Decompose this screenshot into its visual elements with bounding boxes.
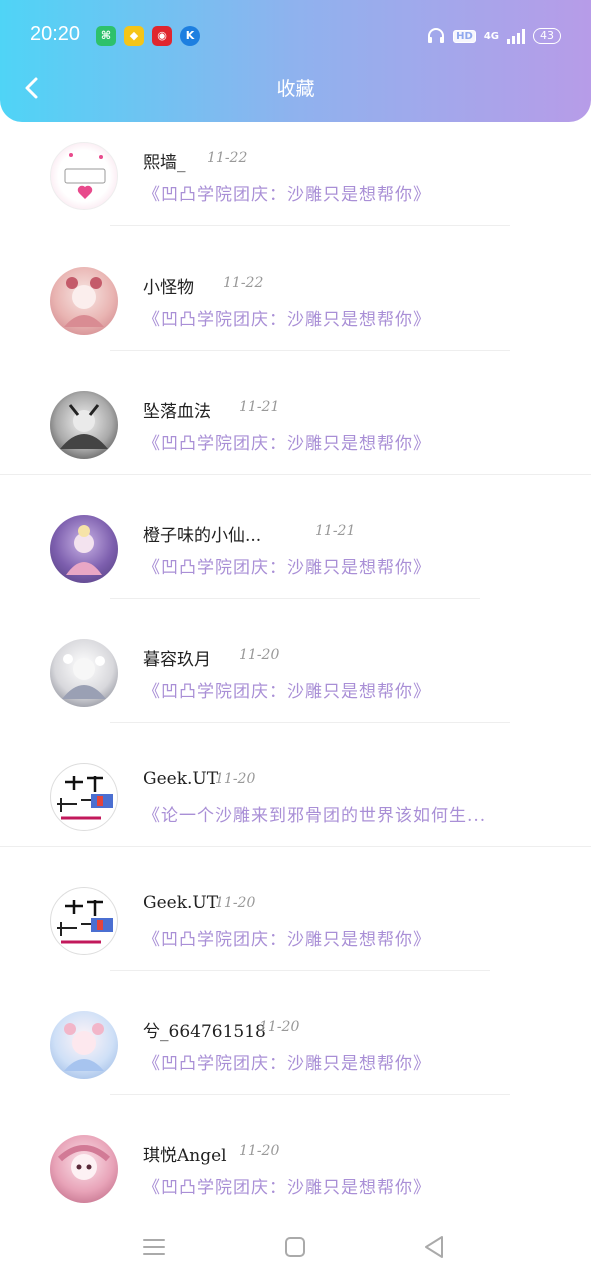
sticker-icon [57, 900, 113, 944]
item-title[interactable]: 《论一个沙雕来到邪骨团的世界该如何生... [143, 801, 486, 826]
character-icon [64, 1023, 104, 1071]
menu-icon [143, 1239, 165, 1255]
header-bar: 20:20 ⌘ ◆ ◉ K HD 4G 43 收藏 [0, 0, 591, 122]
item-date: 11-21 [315, 523, 356, 539]
divider [0, 474, 591, 475]
item-date: 11-22 [207, 150, 248, 166]
avatar [50, 763, 118, 831]
character-icon [66, 525, 102, 575]
divider [110, 350, 510, 351]
item-title[interactable]: 《凹凸学院团庆：沙雕只是想帮你》 [143, 429, 431, 454]
avatar [50, 267, 118, 335]
avatar [50, 887, 118, 955]
item-title[interactable]: 《凹凸学院团庆：沙雕只是想帮你》 [143, 677, 431, 702]
item-author: Geek.UT [143, 893, 219, 913]
list-item[interactable]: 暮容玖月 11-20 《凹凸学院团庆：沙雕只是想帮你》 [0, 618, 591, 742]
divider [110, 598, 480, 599]
item-title[interactable]: 《凹凸学院团庆：沙雕只是想帮你》 [143, 1173, 431, 1198]
favorites-list: 熙墙_ 11-22 《凹凸学院团庆：沙雕只是想帮你》 小怪物 11-22 《凹凸… [0, 122, 591, 1212]
avatar [50, 1011, 118, 1079]
avatar [50, 639, 118, 707]
character-icon [57, 1145, 111, 1180]
battery-indicator: 43 [533, 28, 561, 44]
system-nav-bar [0, 1212, 591, 1280]
list-item[interactable]: Geek.UT 11-20 《凹凸学院团庆：沙雕只是想帮你》 [0, 866, 591, 990]
back-triangle-icon [425, 1236, 443, 1258]
list-item[interactable]: 坠落血法 11-21 《凹凸学院团庆：沙雕只是想帮你》 [0, 370, 591, 494]
signal-icon [507, 28, 525, 44]
character-icon [60, 404, 108, 449]
status-bar: 20:20 ⌘ ◆ ◉ K HD 4G 43 [0, 0, 591, 72]
avatar [50, 515, 118, 583]
network-type: 4G [483, 30, 499, 42]
item-author: 琪悦Angel [143, 1146, 227, 1166]
menu-button[interactable] [139, 1232, 169, 1262]
item-date: 11-21 [239, 399, 280, 415]
list-item[interactable]: 熙墙_ 11-22 《凹凸学院团庆：沙雕只是想帮你》 [0, 122, 591, 246]
diamond-app-icon: ◆ [124, 26, 144, 46]
item-title[interactable]: 《凹凸学院团庆：沙雕只是想帮你》 [143, 925, 431, 950]
list-item[interactable]: 琪悦Angel 11-20 《凹凸学院团庆：沙雕只是想帮你》 [0, 1114, 591, 1212]
headphones-icon [428, 28, 445, 43]
hd-badge: HD [453, 29, 476, 43]
home-button[interactable] [280, 1232, 310, 1262]
page-title: 收藏 [276, 78, 315, 100]
list-item[interactable]: 橙子味的小仙... 11-21 《凹凸学院团庆：沙雕只是想帮你》 [0, 494, 591, 618]
avatar [50, 142, 118, 210]
status-indicators: HD 4G 43 [427, 26, 561, 46]
item-date: 11-20 [215, 895, 256, 911]
item-date: 11-20 [239, 1143, 280, 1159]
list-item[interactable]: 小怪物 11-22 《凹凸学院团庆：沙雕只是想帮你》 [0, 246, 591, 370]
k-app-icon: K [180, 26, 200, 46]
divider [110, 225, 510, 226]
item-author: 熙墙_ [143, 153, 186, 173]
divider [110, 1094, 510, 1095]
item-author: 暮容玖月 [143, 650, 211, 670]
character-icon [62, 654, 106, 699]
item-author: Geek.UT [143, 769, 219, 789]
heart-icon [64, 153, 106, 199]
item-author: 橙子味的小仙... [143, 526, 262, 546]
wechat-app-icon: ⌘ [96, 26, 116, 46]
item-author: 兮_664761518 [143, 1022, 266, 1042]
home-square-icon [285, 1237, 305, 1257]
item-title[interactable]: 《凹凸学院团庆：沙雕只是想帮你》 [143, 553, 431, 578]
netease-music-app-icon: ◉ [152, 26, 172, 46]
sticker-icon [57, 776, 113, 820]
item-date: 11-22 [223, 275, 264, 291]
item-author: 坠落血法 [143, 402, 211, 422]
list-item[interactable]: 兮_664761518 11-20 《凹凸学院团庆：沙雕只是想帮你》 [0, 990, 591, 1114]
item-date: 11-20 [259, 1019, 300, 1035]
avatar [50, 391, 118, 459]
item-date: 11-20 [215, 771, 256, 787]
item-title[interactable]: 《凹凸学院团庆：沙雕只是想帮你》 [143, 1049, 431, 1074]
character-icon [64, 277, 104, 327]
status-time: 20:20 [30, 23, 81, 45]
back-nav-button[interactable] [420, 1232, 450, 1262]
item-title[interactable]: 《凹凸学院团庆：沙雕只是想帮你》 [143, 305, 431, 330]
list-item[interactable]: Geek.UT 11-20 《论一个沙雕来到邪骨团的世界该如何生... [0, 742, 591, 866]
item-date: 11-20 [239, 647, 280, 663]
item-title[interactable]: 《凹凸学院团庆：沙雕只是想帮你》 [143, 180, 431, 205]
item-author: 小怪物 [143, 278, 194, 298]
divider [0, 846, 591, 847]
divider [110, 722, 510, 723]
avatar [50, 1135, 118, 1203]
divider [110, 970, 490, 971]
